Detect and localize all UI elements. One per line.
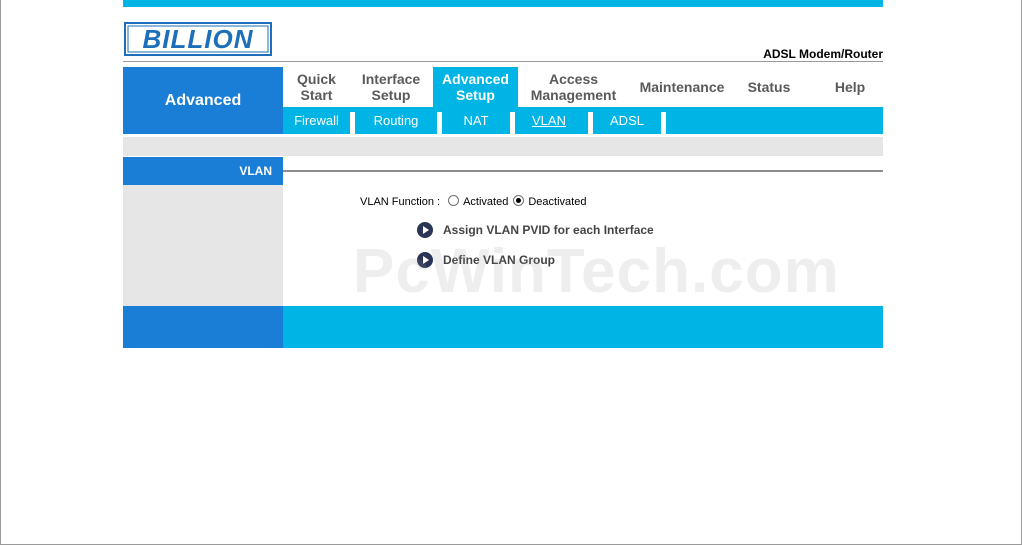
title-divider xyxy=(283,170,883,172)
top-accent-bar xyxy=(123,0,883,7)
section-title: Advanced xyxy=(123,67,283,134)
product-name: ADSL Modem/Router xyxy=(763,47,883,61)
arrow-bullet-icon xyxy=(417,222,433,238)
page-title: VLAN xyxy=(123,157,283,185)
subnav-nat[interactable]: NAT xyxy=(442,107,510,134)
vlan-function-label: VLAN Function : xyxy=(360,196,441,208)
subnav-vlan[interactable]: VLAN xyxy=(515,107,583,134)
main-navigation: Quick Start Interface Setup Advanced Setup … xyxy=(283,67,883,107)
radio-deactivated[interactable] xyxy=(513,194,525,206)
link-assign-vlan-pvid[interactable]: Assign VLAN PVID for each Interface xyxy=(417,222,654,238)
subnav-firewall[interactable]: Firewall xyxy=(283,107,350,134)
nav-maintenance[interactable]: Maintenance xyxy=(629,67,735,107)
nav-access-management[interactable]: Access Management xyxy=(518,67,629,107)
subnav-adsl[interactable]: ADSL xyxy=(593,107,661,134)
radio-activated-label: Activated xyxy=(463,196,509,208)
header-divider xyxy=(123,61,883,62)
arrow-bullet-icon xyxy=(417,252,433,268)
radio-activated[interactable] xyxy=(448,194,460,206)
watermark: PcWinTech.com xyxy=(353,237,840,306)
side-panel xyxy=(123,185,283,306)
nav-interface-setup[interactable]: Interface Setup xyxy=(350,67,432,107)
footer-right-block xyxy=(283,306,883,348)
nav-advanced-setup[interactable]: Advanced Setup xyxy=(433,67,518,107)
nav-status[interactable]: Status xyxy=(735,67,803,107)
nav-quick-start[interactable]: Quick Start xyxy=(283,67,350,107)
content-top-band xyxy=(123,137,883,156)
nav-help[interactable]: Help xyxy=(803,67,883,107)
logo-text: BILLION xyxy=(143,24,254,54)
subnav-separator xyxy=(661,112,666,134)
vlan-function-row: VLAN Function : Activated Deactivated xyxy=(360,194,586,210)
radio-deactivated-label: Deactivated xyxy=(528,196,587,208)
billion-logo: BILLION xyxy=(124,22,272,56)
sub-navigation: Firewall Routing NAT VLAN ADSL xyxy=(283,107,883,134)
subnav-routing[interactable]: Routing xyxy=(355,107,437,134)
link-define-vlan-group[interactable]: Define VLAN Group xyxy=(417,252,555,268)
footer-left-block xyxy=(123,306,283,348)
